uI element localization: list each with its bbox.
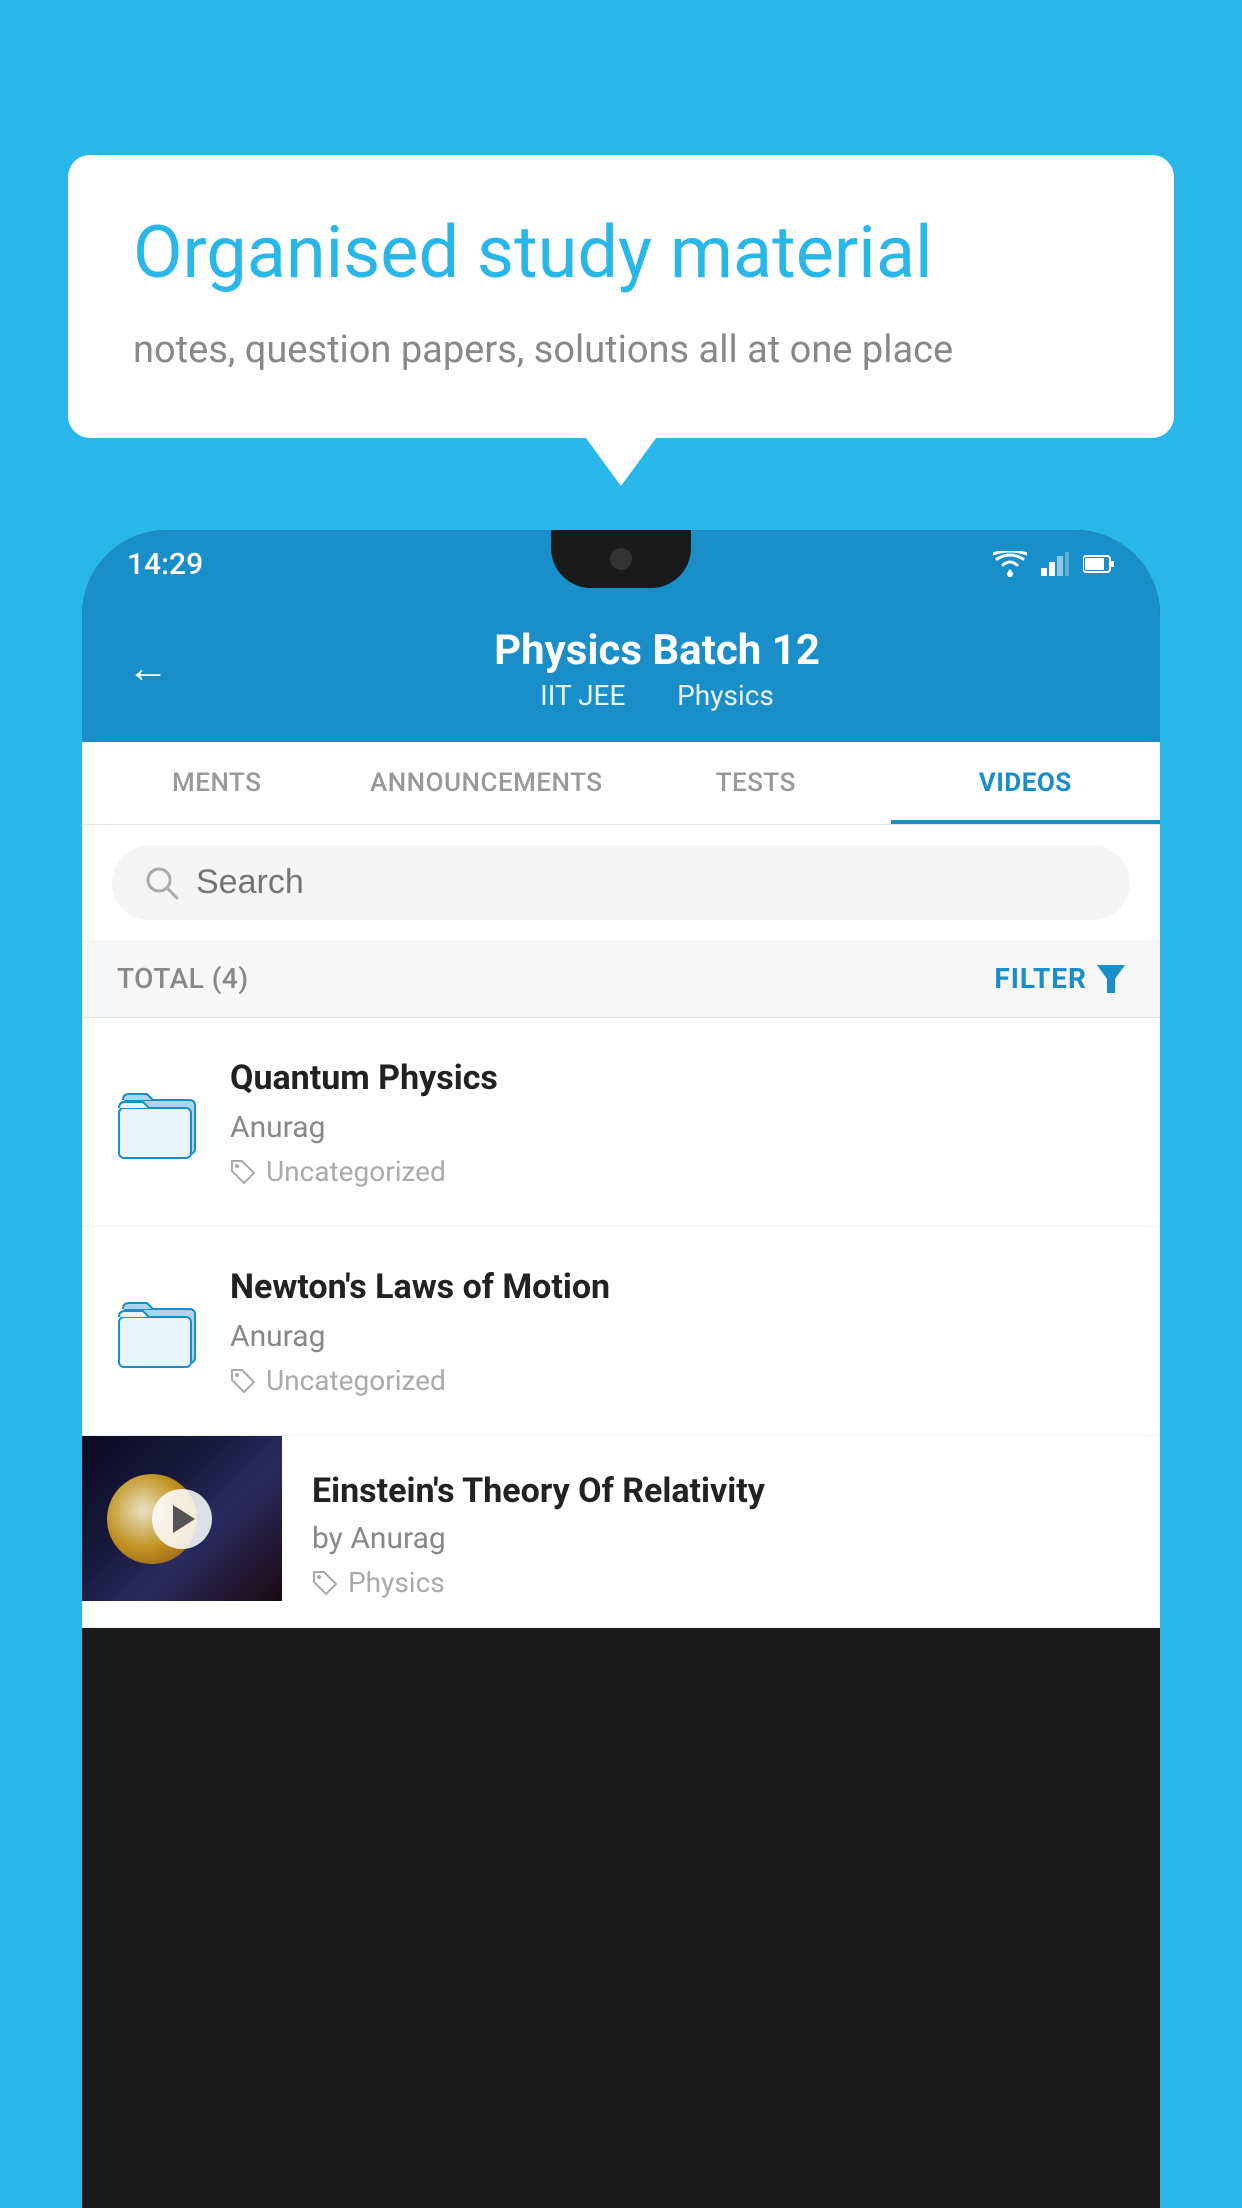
folder-icon: [117, 1291, 202, 1371]
video-title: Newton's Laws of Motion: [230, 1265, 1125, 1309]
video-author: Anurag: [230, 1110, 1125, 1145]
tag-icon: [230, 1159, 256, 1185]
video-author: Anurag: [230, 1319, 1125, 1354]
wifi-icon: [993, 551, 1027, 577]
search-input[interactable]: [196, 863, 1098, 902]
search-input-wrapper: [112, 845, 1130, 920]
list-item[interactable]: Quantum Physics Anurag Uncategorized: [82, 1018, 1160, 1227]
total-label: TOTAL (4): [117, 962, 249, 995]
list-item[interactable]: Einstein's Theory Of Relativity by Anura…: [82, 1436, 1160, 1628]
tab-announcements[interactable]: ANNOUNCEMENTS: [352, 742, 622, 824]
tab-ments[interactable]: MENTS: [82, 742, 352, 824]
video-info: Quantum Physics Anurag Uncategorized: [230, 1056, 1125, 1188]
battery-icon: [1083, 554, 1115, 574]
speech-bubble-wrapper: Organised study material notes, question…: [68, 155, 1174, 438]
speech-bubble: Organised study material notes, question…: [68, 155, 1174, 438]
tab-videos[interactable]: VIDEOS: [891, 742, 1161, 824]
filter-icon: [1097, 965, 1125, 993]
list-item[interactable]: Newton's Laws of Motion Anurag Uncategor…: [82, 1227, 1160, 1436]
app-header: ← Physics Batch 12 IIT JEE Physics: [82, 598, 1160, 742]
tabs-bar: MENTS ANNOUNCEMENTS TESTS VIDEOS: [82, 742, 1160, 825]
tag-label: Physics: [348, 1566, 445, 1599]
video-info: Einstein's Theory Of Relativity by Anura…: [282, 1436, 1160, 1627]
tag-icon: [230, 1368, 256, 1394]
tag-icon: [312, 1570, 338, 1596]
header-subtitle: IIT JEE Physics: [199, 679, 1115, 712]
play-button[interactable]: [152, 1489, 212, 1549]
tab-tests[interactable]: TESTS: [621, 742, 891, 824]
notch: [551, 530, 691, 588]
signal-icon: [1041, 552, 1069, 576]
video-list: Quantum Physics Anurag Uncategorized: [82, 1018, 1160, 1628]
header-title-group: Physics Batch 12 IIT JEE Physics: [199, 626, 1115, 712]
video-author: by Anurag: [312, 1521, 1130, 1556]
search-container: [82, 825, 1160, 940]
filter-button[interactable]: FILTER: [994, 962, 1125, 995]
video-tag: Uncategorized: [230, 1155, 1125, 1188]
filter-label: FILTER: [994, 962, 1087, 995]
play-button-overlay: [82, 1436, 282, 1601]
phone-frame: 14:29 ← Physics Batch: [82, 530, 1160, 2208]
video-tag: Physics: [312, 1566, 1130, 1599]
header-subtitle-2: Physics: [677, 679, 774, 712]
speech-bubble-subtitle: notes, question papers, solutions all at…: [133, 324, 1109, 377]
video-title: Einstein's Theory Of Relativity: [312, 1471, 1130, 1511]
status-icons: [993, 551, 1115, 577]
folder-icon: [117, 1082, 202, 1162]
tag-label: Uncategorized: [266, 1155, 446, 1188]
video-title: Quantum Physics: [230, 1056, 1125, 1100]
status-bar: 14:29: [82, 530, 1160, 598]
video-tag: Uncategorized: [230, 1364, 1125, 1397]
video-thumbnail: [82, 1436, 282, 1601]
search-icon: [144, 865, 180, 901]
tag-label: Uncategorized: [266, 1364, 446, 1397]
header-title: Physics Batch 12: [199, 626, 1115, 675]
video-info: Newton's Laws of Motion Anurag Uncategor…: [230, 1265, 1125, 1397]
speech-bubble-title: Organised study material: [133, 210, 1109, 296]
header-subtitle-1: IIT JEE: [540, 679, 625, 712]
camera-dot: [610, 548, 632, 570]
back-button[interactable]: ←: [127, 648, 169, 690]
status-time: 14:29: [127, 547, 203, 582]
filter-row: TOTAL (4) FILTER: [82, 940, 1160, 1018]
